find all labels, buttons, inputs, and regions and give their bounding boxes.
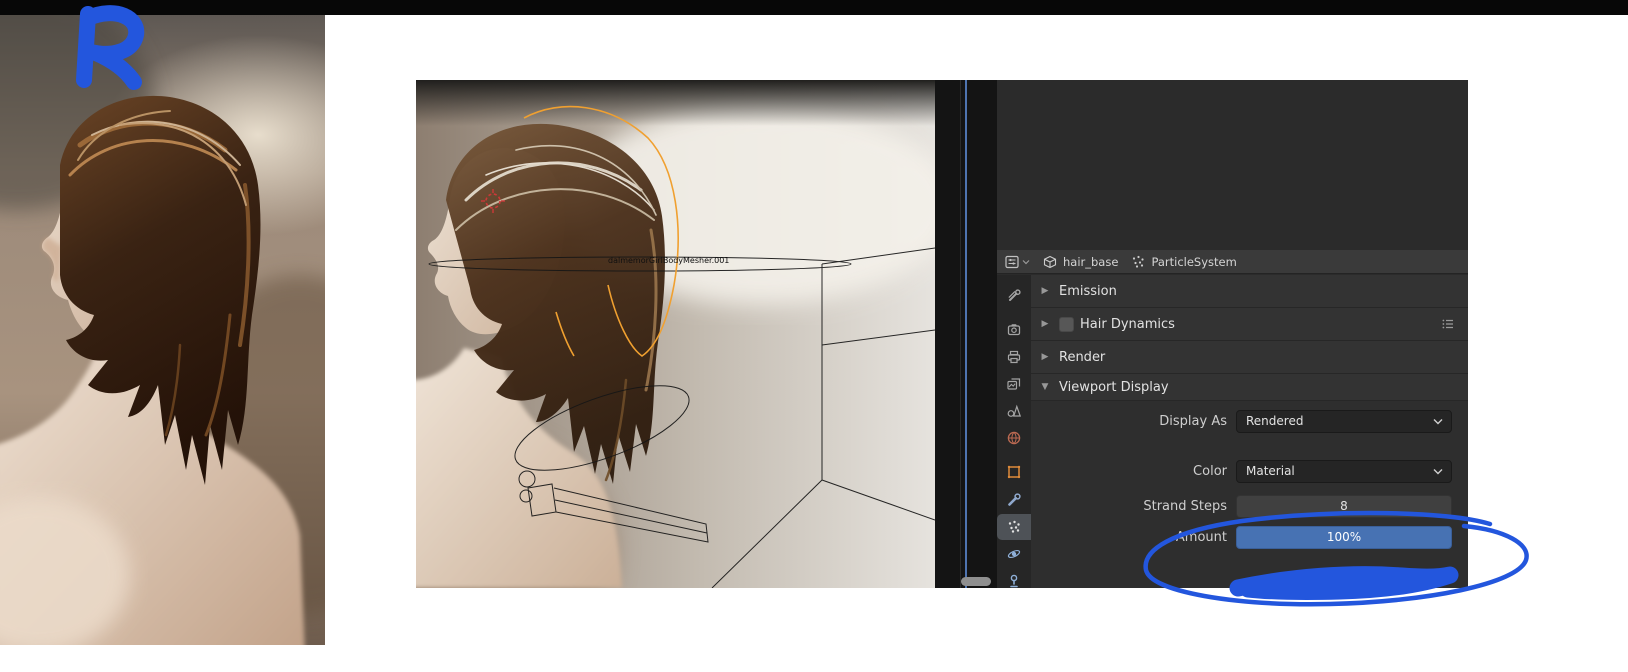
tab-physics[interactable] <box>997 541 1031 567</box>
modifiers-icon <box>1008 493 1021 506</box>
render-icon <box>1007 324 1021 336</box>
object-icon <box>1007 465 1021 479</box>
hair-dynamics-checkbox[interactable] <box>1059 316 1074 332</box>
chevron-down-icon <box>1433 418 1443 424</box>
region-divider-line[interactable] <box>965 80 967 588</box>
rendered-image-art <box>0 15 325 645</box>
scene-icon <box>1007 404 1022 417</box>
editor-divider-strip <box>935 80 997 588</box>
region-edge-line <box>960 80 961 588</box>
caret-icon: ▶ <box>1041 352 1049 362</box>
properties-tab-column <box>997 275 1032 588</box>
panel-header-render[interactable]: ▶ Render <box>1031 341 1468 374</box>
strand-steps-field[interactable]: 8 <box>1236 494 1452 518</box>
tab-scene[interactable] <box>997 398 1031 424</box>
amount-slider[interactable]: 100% <box>1236 525 1452 549</box>
panel-label: Viewport Display <box>1059 379 1169 395</box>
properties-editor: hair_base ParticleSystem ▶ Emission ▶ Ha… <box>997 80 1468 588</box>
tab-world[interactable] <box>997 425 1031 451</box>
display-as-dropdown[interactable]: Rendered <box>1236 409 1452 433</box>
display-as-label: Display As <box>1159 413 1227 429</box>
properties-body: ▶ Emission ▶ Hair Dynamics ▶ Render ▼ Vi… <box>997 275 1468 588</box>
viewport-3d[interactable]: dalmemorGirlBodyMesher.001 <box>416 80 935 588</box>
color-row: Color Material <box>1031 459 1468 483</box>
hair-dynamics-presets-icon[interactable] <box>1440 316 1456 332</box>
horizontal-scrollbar[interactable] <box>961 577 991 586</box>
panel-label: Emission <box>1059 283 1117 299</box>
tab-constraints[interactable] <box>997 568 1031 588</box>
screenshot-root: dalmemorGirlBodyMesher.001 hair_base Par… <box>0 0 1628 672</box>
breadcrumb-object-name: hair_base <box>1063 254 1119 269</box>
strand-steps-label: Strand Steps <box>1143 498 1227 514</box>
viewport-art: dalmemorGirlBodyMesher.001 <box>416 80 935 588</box>
properties-header: hair_base ParticleSystem <box>997 250 1468 274</box>
panel-header-hair-dynamics[interactable]: ▶ Hair Dynamics <box>1031 308 1468 341</box>
color-label: Color <box>1193 463 1227 479</box>
strand-steps-row: Strand Steps 8 <box>1031 494 1468 518</box>
display-as-value: Rendered <box>1246 414 1304 428</box>
chevron-down-icon <box>1022 259 1030 264</box>
tab-tool[interactable] <box>997 283 1031 309</box>
tab-output[interactable] <box>997 344 1031 370</box>
tab-particles[interactable] <box>997 514 1031 540</box>
view-layer-icon <box>1007 378 1021 390</box>
world-icon <box>1007 431 1021 445</box>
panel-header-viewport-display[interactable]: ▼ Viewport Display <box>1031 374 1468 401</box>
rendered-image-panel <box>0 15 325 645</box>
panel-label: Hair Dynamics <box>1080 316 1175 332</box>
caret-icon: ▼ <box>1041 382 1049 392</box>
caret-icon: ▶ <box>1041 319 1049 329</box>
particles-icon <box>1008 520 1020 533</box>
breadcrumb-object[interactable]: hair_base <box>1042 254 1118 270</box>
object-name-label: dalmemorGirlBodyMesher.001 <box>608 256 729 265</box>
color-value: Material <box>1246 464 1295 478</box>
breadcrumb-particle-system-name: ParticleSystem <box>1151 254 1237 269</box>
caret-icon: ▶ <box>1041 286 1049 296</box>
panel-label: Render <box>1059 349 1106 365</box>
strand-steps-value: 8 <box>1340 499 1348 513</box>
display-as-row: Display As Rendered <box>1031 409 1468 433</box>
tab-modifiers[interactable] <box>997 487 1031 513</box>
amount-row: Amount 100% <box>1031 525 1468 549</box>
amount-value: 100% <box>1326 530 1362 544</box>
color-dropdown[interactable]: Material <box>1236 459 1452 483</box>
physics-icon <box>1007 549 1021 559</box>
tab-object[interactable] <box>997 459 1031 485</box>
tool-icon <box>1008 289 1021 301</box>
top-black-bar <box>0 0 1628 15</box>
object-cube-icon <box>1043 255 1057 268</box>
output-icon <box>1007 350 1021 364</box>
particle-system-icon <box>1133 255 1145 268</box>
tab-view-layer[interactable] <box>997 371 1031 397</box>
amount-label: Amount <box>1175 529 1227 545</box>
editor-type-button[interactable] <box>1004 254 1030 270</box>
properties-content: ▶ Emission ▶ Hair Dynamics ▶ Render ▼ Vi… <box>1031 275 1468 588</box>
properties-editor-icon <box>1005 255 1019 268</box>
constraints-icon <box>1010 574 1018 588</box>
panel-header-emission[interactable]: ▶ Emission <box>1031 275 1468 308</box>
tab-render[interactable] <box>997 317 1031 343</box>
breadcrumb-particle-system[interactable]: ParticleSystem <box>1130 254 1237 270</box>
chevron-down-icon <box>1433 468 1443 474</box>
